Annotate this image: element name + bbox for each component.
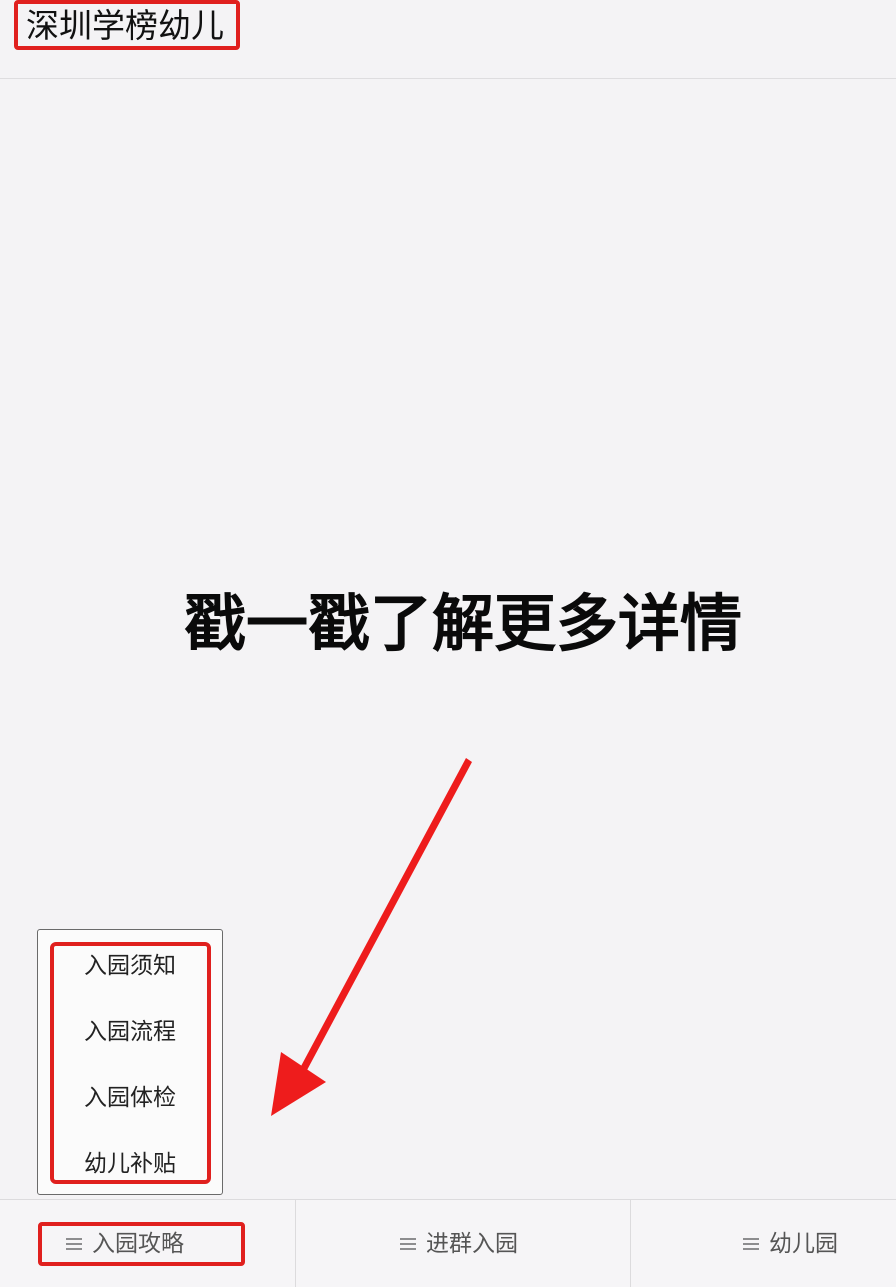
bottom-menu-bar: 入园攻略 进群入园 幼儿园 <box>0 1199 896 1287</box>
submenu-item-admission-notice[interactable]: 入园须知 <box>38 951 222 981</box>
headline-text: 戳一戳了解更多详情 <box>184 587 743 660</box>
submenu-item-health-check[interactable]: 入园体检 <box>38 1083 222 1113</box>
tab-admission-guide[interactable]: 入园攻略 <box>0 1200 296 1287</box>
tab-kindergarten-content[interactable]: 幼儿园 <box>743 1222 838 1266</box>
tab-label: 入园攻略 <box>92 1231 184 1257</box>
menu-icon <box>400 1238 416 1250</box>
menu-icon <box>66 1238 82 1250</box>
submenu-popup: 入园须知 入园流程 入园体检 幼儿补贴 <box>37 929 223 1195</box>
tab-kindergarten[interactable]: 幼儿园 <box>631 1200 896 1287</box>
account-name: 深圳学榜幼儿 <box>14 0 240 50</box>
submenu-item-admission-process[interactable]: 入园流程 <box>38 1017 222 1047</box>
tab-join-group[interactable]: 进群入园 <box>296 1200 631 1287</box>
tab-label: 幼儿园 <box>769 1231 838 1257</box>
tab-join-group-content[interactable]: 进群入园 <box>400 1222 518 1266</box>
tab-admission-guide-content[interactable]: 入园攻略 <box>38 1222 245 1266</box>
submenu-item-child-subsidy[interactable]: 幼儿补贴 <box>38 1149 222 1179</box>
header-bar: 深圳学榜幼儿 <box>0 0 896 79</box>
tab-label: 进群入园 <box>426 1231 518 1257</box>
menu-icon <box>743 1238 759 1250</box>
